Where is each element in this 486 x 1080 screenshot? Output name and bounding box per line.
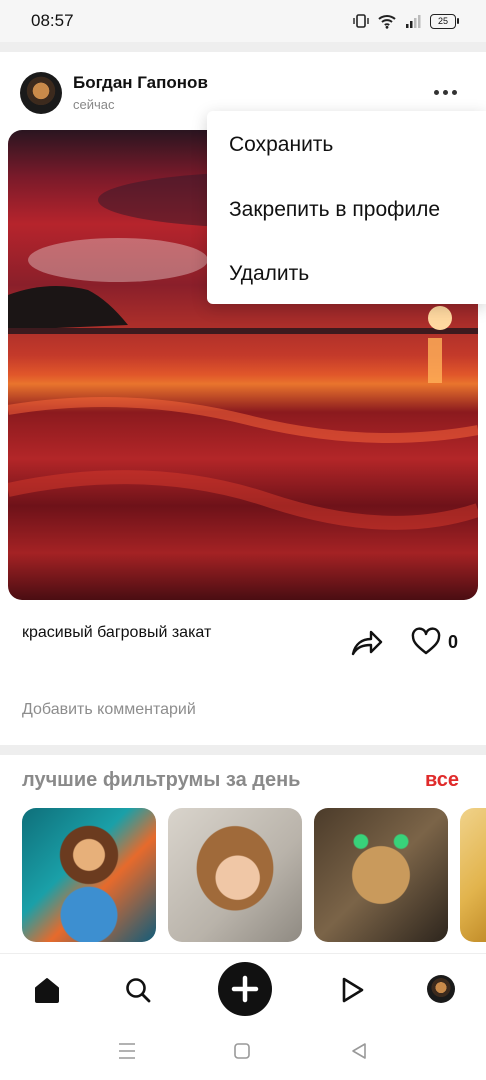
battery-icon: 25 — [430, 13, 459, 29]
wifi-icon — [378, 15, 396, 29]
like-count: 0 — [448, 632, 459, 652]
play-icon[interactable] — [334, 972, 370, 1008]
best-thumb-3[interactable] — [314, 808, 448, 942]
signal-icon — [406, 15, 421, 28]
system-nav — [0, 1025, 486, 1080]
section-divider — [0, 745, 486, 755]
battery-level: 25 — [437, 16, 448, 26]
bottom-nav — [0, 953, 486, 1026]
status-time: 08:57 — [31, 11, 74, 30]
author-name[interactable]: Богдан Гапонов — [73, 73, 208, 93]
home-button-icon[interactable] — [233, 1042, 251, 1060]
profile-avatar[interactable] — [427, 975, 455, 1003]
recents-icon[interactable] — [117, 1042, 137, 1060]
plus-icon[interactable] — [218, 962, 272, 1016]
vibrate-icon — [353, 14, 369, 28]
best-thumb-4[interactable] — [460, 808, 486, 942]
post-time: сейчас — [73, 97, 115, 112]
best-thumb-2[interactable] — [168, 808, 302, 942]
heart-icon[interactable] — [411, 627, 441, 655]
comment-input[interactable]: Добавить комментарий — [22, 701, 196, 719]
author-avatar[interactable] — [20, 72, 62, 114]
share-icon[interactable] — [350, 627, 384, 657]
post-caption: красивый багровый закат — [22, 624, 212, 641]
menu-item-delete[interactable]: Удалить — [229, 262, 309, 286]
post-options-menu: Сохранить Закрепить в профиле Удалить — [207, 111, 486, 304]
status-bar: 08:57 25 — [0, 0, 486, 42]
home-icon[interactable] — [29, 972, 65, 1008]
status-icons: 25 — [353, 10, 459, 32]
best-thumb-1[interactable] — [22, 808, 156, 942]
search-icon[interactable] — [120, 972, 156, 1008]
menu-item-save[interactable]: Сохранить — [229, 133, 333, 157]
top-divider — [0, 42, 486, 52]
back-icon[interactable] — [350, 1042, 368, 1060]
best-section-title: лучшие фильтрумы за день — [22, 769, 301, 791]
menu-item-pin[interactable]: Закрепить в профиле — [229, 198, 440, 222]
more-icon[interactable] — [434, 82, 462, 102]
best-all-link[interactable]: все — [425, 769, 459, 792]
